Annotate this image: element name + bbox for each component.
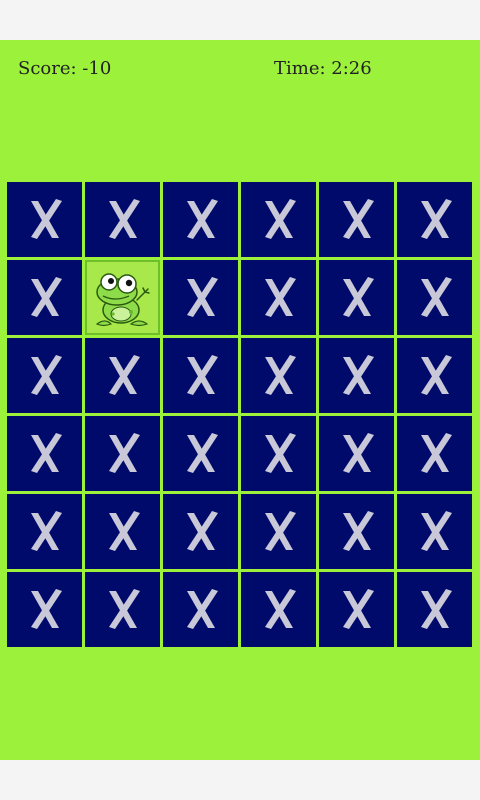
tile-covered-r1c4[interactable] xyxy=(241,182,316,257)
x-icon xyxy=(421,355,452,395)
x-icon xyxy=(187,355,218,395)
tile-covered-r3c3[interactable] xyxy=(163,338,238,413)
tile-covered-r2c1[interactable] xyxy=(7,260,82,335)
x-icon xyxy=(421,199,452,239)
x-icon xyxy=(187,277,218,317)
x-icon xyxy=(31,589,62,629)
tile-covered-r4c5[interactable] xyxy=(319,416,394,491)
x-icon xyxy=(109,355,140,395)
x-icon xyxy=(265,199,296,239)
tile-covered-r5c6[interactable] xyxy=(397,494,472,569)
x-icon xyxy=(31,277,62,317)
tile-covered-r3c1[interactable] xyxy=(7,338,82,413)
x-icon xyxy=(265,277,296,317)
x-icon xyxy=(265,433,296,473)
timer-label: Time: 2:26 xyxy=(274,58,372,79)
x-icon xyxy=(421,589,452,629)
tile-covered-r4c6[interactable] xyxy=(397,416,472,491)
tile-covered-r1c1[interactable] xyxy=(7,182,82,257)
x-icon xyxy=(31,433,62,473)
x-icon xyxy=(343,589,374,629)
frog-icon xyxy=(95,273,150,327)
status-bar xyxy=(0,0,480,41)
x-icon xyxy=(31,355,62,395)
x-icon xyxy=(265,511,296,551)
x-icon xyxy=(187,433,218,473)
tile-covered-r3c2[interactable] xyxy=(85,338,160,413)
x-icon xyxy=(343,199,374,239)
x-icon xyxy=(343,511,374,551)
bottom-bar xyxy=(0,760,480,800)
game-board xyxy=(7,182,475,650)
x-icon xyxy=(109,433,140,473)
x-icon xyxy=(421,277,452,317)
x-icon xyxy=(343,433,374,473)
x-icon xyxy=(31,199,62,239)
tile-covered-r5c1[interactable] xyxy=(7,494,82,569)
x-icon xyxy=(343,355,374,395)
x-icon xyxy=(421,433,452,473)
x-icon xyxy=(187,589,218,629)
tile-covered-r3c6[interactable] xyxy=(397,338,472,413)
tile-covered-r2c3[interactable] xyxy=(163,260,238,335)
tile-covered-r6c1[interactable] xyxy=(7,572,82,647)
tile-covered-r4c3[interactable] xyxy=(163,416,238,491)
x-icon xyxy=(421,511,452,551)
tile-covered-r6c6[interactable] xyxy=(397,572,472,647)
tile-covered-r4c1[interactable] xyxy=(7,416,82,491)
x-icon xyxy=(109,511,140,551)
x-icon xyxy=(187,511,218,551)
tile-revealed-r2c2[interactable] xyxy=(85,260,160,335)
x-icon xyxy=(265,355,296,395)
x-icon xyxy=(109,589,140,629)
x-icon xyxy=(343,277,374,317)
tile-covered-r2c5[interactable] xyxy=(319,260,394,335)
x-icon xyxy=(109,199,140,239)
tile-covered-r5c4[interactable] xyxy=(241,494,316,569)
score-label: Score: -10 xyxy=(18,58,112,79)
tile-covered-r1c5[interactable] xyxy=(319,182,394,257)
tile-covered-r1c3[interactable] xyxy=(163,182,238,257)
tile-covered-r3c4[interactable] xyxy=(241,338,316,413)
tile-covered-r6c4[interactable] xyxy=(241,572,316,647)
tile-covered-r5c5[interactable] xyxy=(319,494,394,569)
tile-covered-r1c2[interactable] xyxy=(85,182,160,257)
x-icon xyxy=(187,199,218,239)
tile-covered-r5c3[interactable] xyxy=(163,494,238,569)
tile-covered-r6c3[interactable] xyxy=(163,572,238,647)
tile-covered-r4c4[interactable] xyxy=(241,416,316,491)
tile-covered-r5c2[interactable] xyxy=(85,494,160,569)
tile-covered-r6c5[interactable] xyxy=(319,572,394,647)
tile-covered-r3c5[interactable] xyxy=(319,338,394,413)
tile-covered-r2c4[interactable] xyxy=(241,260,316,335)
x-icon xyxy=(31,511,62,551)
tile-covered-r2c6[interactable] xyxy=(397,260,472,335)
x-icon xyxy=(265,589,296,629)
tile-covered-r6c2[interactable] xyxy=(85,572,160,647)
tile-covered-r1c6[interactable] xyxy=(397,182,472,257)
tile-covered-r4c2[interactable] xyxy=(85,416,160,491)
